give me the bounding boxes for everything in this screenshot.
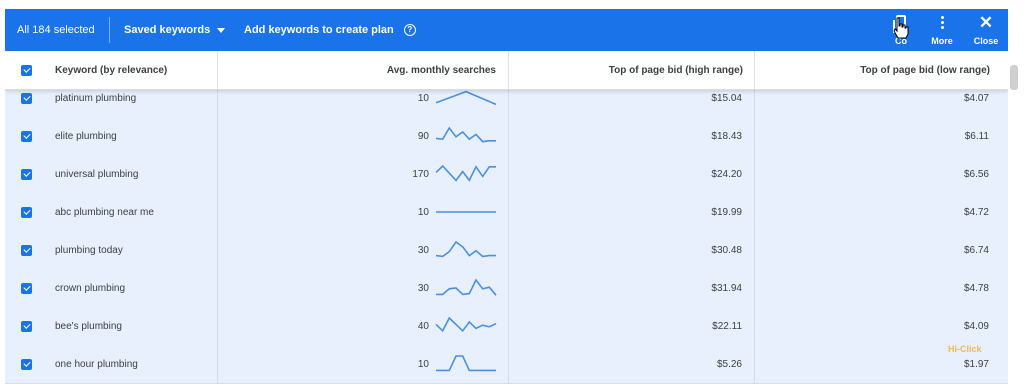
trend-sparkline (435, 126, 496, 143)
close-icon: ✕ (978, 12, 994, 32)
watermark-logo: Hi-Click (948, 344, 982, 354)
toolbar-divider (109, 17, 110, 43)
row-checkbox[interactable] (21, 345, 32, 383)
table-header: Keyword (by relevance) Avg. monthly sear… (5, 51, 1008, 90)
row-checkbox[interactable] (21, 231, 32, 269)
sparkline-path (435, 316, 497, 333)
trend-sparkline (435, 164, 496, 182)
saved-keywords-label: Saved keywords (124, 24, 211, 36)
avg-monthly-searches-cell: 90 (417, 130, 429, 142)
add-keywords-label: Add keywords to create plan (244, 24, 394, 36)
bid-low-cell: $6.11 (964, 130, 989, 142)
more-label: More (931, 36, 953, 46)
help-icon[interactable]: ? (403, 24, 416, 36)
trend-sparkline (435, 90, 497, 106)
col-keyword[interactable]: Keyword (by relevance) (55, 51, 167, 89)
keyword-planner-panel: All 184 selected Saved keywords Add keyw… (5, 9, 1008, 391)
row-checkbox[interactable] (21, 193, 32, 231)
bid-low-cell: $4.78 (963, 282, 989, 294)
trend-sparkline (436, 355, 496, 372)
bid-high-cell: $19.99 (711, 206, 742, 218)
trend-sparkline (436, 211, 496, 213)
avg-monthly-searches-cell: 10 (417, 358, 429, 370)
keyword-cell: crown plumbing (55, 282, 126, 294)
avg-monthly-searches-cell: 10 (417, 206, 429, 218)
table-row[interactable]: plumbing today 30 $30.48 $6.74 (5, 231, 1008, 270)
row-checkbox[interactable] (21, 307, 32, 345)
trend-sparkline (436, 278, 497, 296)
keyword-cell: one hour plumbing (55, 358, 138, 370)
avg-monthly-searches-cell: 40 (417, 320, 429, 332)
table-row[interactable]: abc plumbing near me 10 $19.99 $4.72 (5, 193, 1008, 232)
bid-low-cell: $4.72 (963, 206, 989, 218)
sparkline-path (436, 355, 496, 372)
col-bid-high[interactable]: Top of page bid (high range) (509, 51, 743, 89)
table-row[interactable]: crown plumbing 30 $31.94 $4.78 (5, 269, 1008, 308)
keyword-cell: plumbing today (55, 244, 123, 256)
avg-monthly-searches-cell: 30 (417, 244, 429, 256)
more-vert-icon (940, 15, 944, 29)
bid-high-cell: $24.20 (711, 168, 742, 180)
table-row[interactable]: elite plumbing 90 $18.43 $6.11 (5, 117, 1008, 156)
selection-toolbar: All 184 selected Saved keywords Add keyw… (5, 9, 1008, 51)
keyword-cell: elite plumbing (55, 130, 117, 142)
bid-low-cell: $6.74 (963, 244, 989, 256)
hand-cursor-icon (893, 17, 909, 39)
trend-sparkline (435, 240, 496, 258)
keyword-cell: bee's plumbing (55, 320, 122, 332)
sparkline-path (436, 278, 497, 296)
keyword-cell: universal plumbing (55, 168, 139, 180)
trend-sparkline (435, 316, 497, 333)
row-checkbox[interactable] (21, 117, 32, 155)
bid-high-cell: $30.48 (711, 244, 742, 256)
bid-high-cell: $5.26 (716, 358, 742, 370)
close-label: Close (973, 36, 999, 46)
bid-high-cell: $22.11 (712, 320, 742, 332)
avg-monthly-searches-cell: 30 (417, 282, 429, 294)
bid-high-cell: $18.43 (711, 130, 742, 142)
sparkline-path (435, 240, 496, 258)
keyword-cell: abc plumbing near me (55, 206, 154, 218)
sparkline-path (435, 126, 496, 143)
table-row[interactable]: one hour plumbing 10 $5.26 $1.97 (5, 345, 1008, 384)
scrollbar-thumb[interactable] (1010, 65, 1018, 90)
dropdown-caret-icon (217, 27, 226, 33)
table-row[interactable]: universal plumbing 170 $24.20 $6.56 (5, 155, 1008, 194)
avg-monthly-searches-cell: 170 (412, 168, 429, 180)
bid-high-cell: $31.94 (711, 282, 742, 294)
row-checkbox[interactable] (21, 155, 32, 193)
close-button[interactable]: ✕ Close (966, 12, 1006, 50)
selected-count: All 184 selected (17, 24, 95, 36)
more-button[interactable]: More (922, 12, 962, 50)
col-bid-low[interactable]: Top of page bid (low range) (755, 51, 990, 89)
select-all-checkbox[interactable] (21, 51, 32, 89)
bid-low-cell: $4.09 (963, 320, 989, 332)
row-checkbox[interactable] (21, 269, 32, 307)
add-keywords-to-plan-button[interactable]: Add keywords to create plan ? (244, 9, 416, 51)
table-row[interactable]: bee's plumbing 40 $22.11 $4.09 (5, 307, 1008, 346)
saved-keywords-dropdown[interactable]: Saved keywords (124, 9, 226, 51)
bid-low-cell: $6.56 (963, 168, 989, 180)
sparkline-path (435, 164, 496, 182)
sparkline-path (435, 90, 497, 106)
col-avg-monthly-searches[interactable]: Avg. monthly searches (218, 51, 496, 89)
